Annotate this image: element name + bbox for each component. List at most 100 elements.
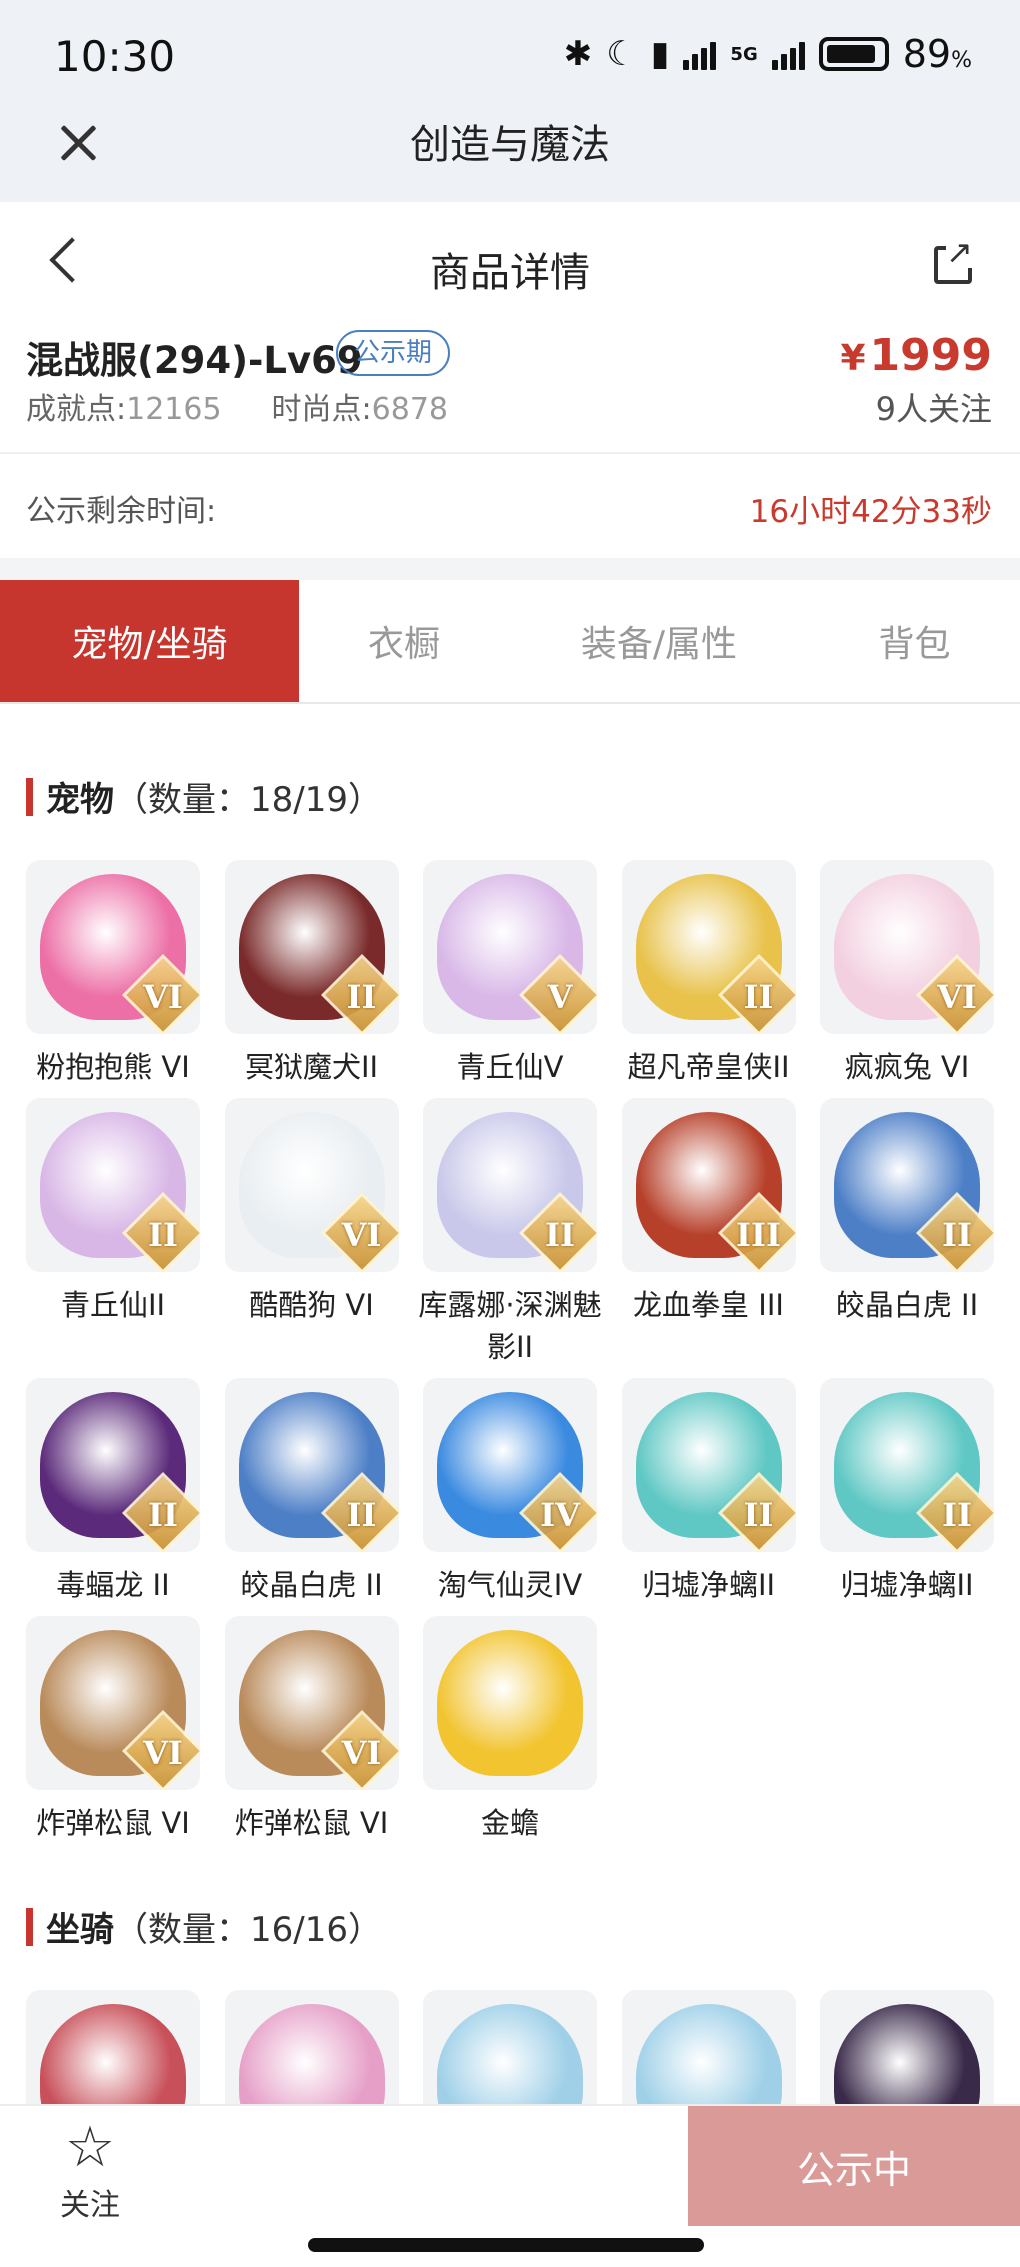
pet-name: 库露娜·深渊魅影II bbox=[418, 1288, 602, 1364]
pet-name: 归墟净螭II bbox=[641, 1568, 776, 1602]
rank-numeral: III bbox=[736, 1216, 781, 1254]
pet-name: 归墟净螭II bbox=[840, 1568, 974, 1602]
pet-name: 淘气仙灵IV bbox=[437, 1568, 583, 1602]
pet-image: II bbox=[621, 1378, 796, 1552]
pet-image: VI bbox=[820, 860, 994, 1034]
remaining-time-row: 公示剩余时间: 16小时42分33秒 bbox=[0, 460, 1020, 552]
pet-image: II bbox=[820, 1378, 994, 1552]
rank-numeral: II bbox=[743, 978, 774, 1016]
tab-equipment[interactable]: 装备/属性 bbox=[509, 580, 809, 702]
pet-item[interactable]: II 皎晶白虎 II bbox=[820, 1098, 994, 1326]
rank-numeral: II bbox=[346, 978, 377, 1016]
bluetooth-icon: ✱ bbox=[563, 34, 593, 74]
mount-image bbox=[26, 1990, 200, 2104]
pet-item[interactable]: V 青丘仙V bbox=[423, 860, 597, 1088]
pet-image: VI bbox=[224, 1098, 399, 1272]
pet-item[interactable]: IV 淘气仙灵IV bbox=[423, 1378, 597, 1606]
pet-item[interactable]: II 归墟净螭II bbox=[621, 1378, 796, 1606]
pet-item[interactable]: VI 炸弹松鼠 VI bbox=[224, 1616, 399, 1844]
rank-numeral: II bbox=[148, 1496, 178, 1534]
star-icon: ☆ bbox=[64, 2115, 116, 2180]
home-indicator bbox=[308, 2238, 704, 2252]
status-time: 10:30 bbox=[54, 32, 176, 81]
follow-button[interactable]: ☆ 关注 bbox=[40, 2116, 140, 2224]
mount-item[interactable] bbox=[224, 1990, 399, 2104]
mount-image bbox=[224, 1990, 399, 2104]
app-header: 创造与魔法 bbox=[0, 110, 1020, 202]
remaining-time-value: 16小时42分33秒 bbox=[749, 494, 992, 530]
server-level: 混战服(294)-Lv69 bbox=[26, 339, 363, 382]
pet-item[interactable]: II 超凡帝皇侠II bbox=[621, 860, 796, 1088]
portrait bbox=[834, 2004, 980, 2104]
tab-backpack[interactable]: 背包 bbox=[809, 580, 1020, 702]
pet-item[interactable]: VI 炸弹松鼠 VI bbox=[26, 1616, 200, 1844]
pet-image: III bbox=[621, 1098, 796, 1272]
signal-icon bbox=[683, 38, 717, 70]
bottom-bar: ☆ 关注 公示中 bbox=[0, 2104, 1020, 2267]
rank-numeral: II bbox=[743, 1496, 774, 1534]
rank-numeral: VI bbox=[341, 1734, 382, 1772]
pet-item[interactable]: III 龙血拳皇 III bbox=[621, 1098, 796, 1326]
rank-numeral: II bbox=[942, 1216, 972, 1254]
pet-image: II bbox=[26, 1378, 200, 1552]
pet-name: 皎晶白虎 II bbox=[240, 1568, 383, 1602]
pet-item[interactable]: II 毒蝠龙 II bbox=[26, 1378, 200, 1606]
mount-item[interactable] bbox=[423, 1990, 597, 2104]
price: ¥1999 bbox=[840, 330, 992, 381]
mount-item[interactable] bbox=[621, 1990, 796, 2104]
rank-numeral: VI bbox=[143, 978, 183, 1016]
rank-numeral: VI bbox=[143, 1734, 183, 1772]
rank-numeral: V bbox=[547, 978, 573, 1016]
network-type: 5G bbox=[730, 43, 758, 65]
pets-section-title: 宠物（数量：18/19） bbox=[26, 772, 382, 821]
battery-level: 89% bbox=[902, 32, 972, 76]
mount-image bbox=[820, 1990, 994, 2104]
section-separator bbox=[0, 558, 1020, 580]
pet-name: 超凡帝皇侠II bbox=[627, 1050, 790, 1084]
remaining-time-label: 公示剩余时间: bbox=[26, 494, 217, 529]
points-stats: 成就点:12165 时尚点:6878 bbox=[26, 392, 449, 427]
pet-item[interactable]: II 冥狱魔犬II bbox=[224, 860, 399, 1088]
follow-count: 9人关注 bbox=[875, 390, 992, 428]
public-status-button[interactable]: 公示中 bbox=[688, 2106, 1020, 2226]
pet-item[interactable]: 金蟾 bbox=[423, 1616, 597, 1844]
battery-icon bbox=[818, 37, 889, 71]
pet-name: 金蟾 bbox=[480, 1806, 539, 1840]
tab-pets-mounts[interactable]: 宠物/坐骑 bbox=[0, 580, 299, 702]
status-bar: 10:30 ✱ ☾ ▮ 5G 89% bbox=[0, 0, 1020, 110]
mounts-grid bbox=[26, 1990, 994, 2104]
rank-numeral: II bbox=[942, 1496, 972, 1534]
pet-item[interactable]: II 归墟净螭II bbox=[820, 1378, 994, 1606]
mount-item[interactable] bbox=[820, 1990, 994, 2104]
pet-item[interactable]: VI 酷酷狗 VI bbox=[224, 1098, 399, 1326]
pet-item[interactable]: VI 粉抱抱熊 VI bbox=[26, 860, 200, 1088]
page-header: 商品详情 bbox=[0, 202, 1020, 322]
tab-bar: 宠物/坐骑 衣橱 装备/属性 背包 bbox=[0, 580, 1020, 704]
app-title: 创造与魔法 bbox=[410, 122, 610, 168]
follow-label: 关注 bbox=[60, 2188, 120, 2223]
pet-item[interactable]: VI 疯疯兔 VI bbox=[820, 860, 994, 1088]
pet-item[interactable]: II 皎晶白虎 II bbox=[224, 1378, 399, 1606]
portrait bbox=[437, 1630, 583, 1776]
status-icons: ✱ ☾ ▮ 5G 89% bbox=[564, 32, 972, 76]
pet-image: II bbox=[423, 1098, 597, 1272]
pet-item[interactable]: II 青丘仙II bbox=[26, 1098, 200, 1326]
pet-image: II bbox=[224, 860, 399, 1034]
rank-numeral: IV bbox=[540, 1496, 580, 1534]
pet-name: 青丘仙II bbox=[60, 1288, 166, 1322]
pet-image: II bbox=[26, 1098, 200, 1272]
moon-icon: ☾ bbox=[606, 34, 637, 74]
pet-image: VI bbox=[26, 860, 200, 1034]
pet-name: 龙血拳皇 III bbox=[633, 1288, 784, 1322]
portrait bbox=[238, 2004, 385, 2104]
pet-image: V bbox=[423, 860, 597, 1034]
pet-item[interactable]: II 库露娜·深渊魅影II bbox=[418, 1098, 602, 1368]
mount-image bbox=[621, 1990, 796, 2104]
pet-image: IV bbox=[423, 1378, 597, 1552]
rank-numeral: II bbox=[148, 1216, 178, 1254]
tab-wardrobe[interactable]: 衣橱 bbox=[299, 580, 509, 702]
mount-item[interactable] bbox=[26, 1990, 200, 2104]
rank-numeral: VI bbox=[937, 978, 977, 1016]
rank-numeral: II bbox=[545, 1216, 575, 1254]
share-icon[interactable] bbox=[934, 236, 973, 284]
